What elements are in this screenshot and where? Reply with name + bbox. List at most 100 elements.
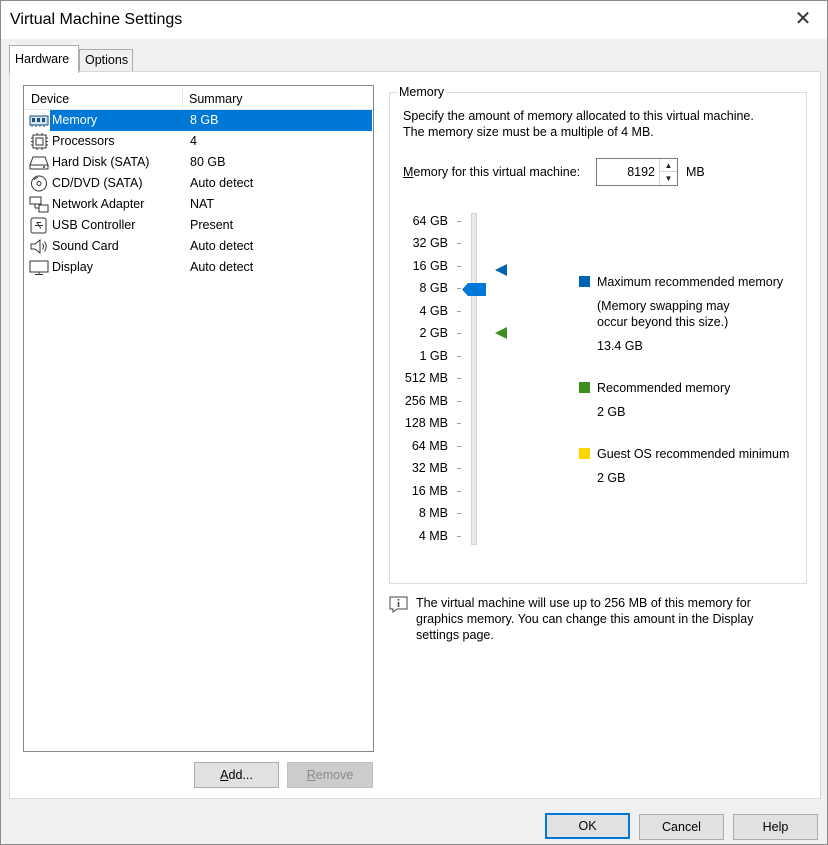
- memory-spinbox[interactable]: ▲ ▼: [596, 158, 678, 186]
- spin-down-arrow-icon[interactable]: ▼: [659, 172, 677, 185]
- scale-tick: [457, 333, 461, 334]
- device-name: USB Controller: [52, 218, 136, 232]
- memory-field-label: Memory for this virtual machine:: [403, 165, 580, 179]
- device-row-processors[interactable]: Processors 4: [28, 131, 372, 152]
- scale-tick: [457, 356, 461, 357]
- max-recommended-label: Maximum recommended memory: [597, 275, 784, 289]
- cancel-button-label: Cancel: [662, 820, 701, 834]
- scale-tick: [457, 288, 461, 289]
- close-icon[interactable]: ✕: [793, 9, 813, 29]
- device-summary: Auto detect: [190, 176, 254, 190]
- remove-button[interactable]: Remove: [287, 762, 373, 788]
- recommended-label: Recommended memory: [597, 381, 731, 395]
- device-name: Sound Card: [52, 239, 119, 253]
- device-name: Memory: [50, 110, 186, 131]
- memory-description-line2: The memory size must be a multiple of 4 …: [403, 125, 654, 139]
- scale-tick: [457, 311, 461, 312]
- ok-button[interactable]: OK: [545, 813, 630, 839]
- scale-label: 64 GB: [412, 214, 448, 228]
- device-row-memory[interactable]: Memory 8 GB: [28, 110, 372, 131]
- scale-label: 64 MB: [411, 439, 448, 453]
- add-button-mnemonic: A: [220, 768, 229, 782]
- cd-dvd-icon: [31, 175, 47, 192]
- column-header-summary[interactable]: Summary: [189, 92, 242, 106]
- scale-label: 16 GB: [412, 259, 448, 273]
- column-separator[interactable]: [182, 88, 183, 108]
- vm-settings-window: Virtual Machine Settings ✕ Hardware Opti…: [0, 0, 828, 845]
- graphics-memory-info-line3: settings page.: [416, 628, 494, 642]
- max-recommended-note-line1: (Memory swapping may: [597, 299, 730, 313]
- add-button[interactable]: Add...: [194, 762, 279, 788]
- speaker-icon: [30, 238, 47, 255]
- scale-label: 32 MB: [411, 461, 448, 475]
- memory-group-title: Memory: [397, 85, 447, 99]
- remove-button-mnemonic: R: [306, 768, 316, 782]
- hard-disk-icon: [29, 156, 49, 170]
- scale-label: 2 GB: [419, 326, 449, 340]
- add-button-label: dd...: [228, 768, 253, 782]
- memory-icon: [29, 115, 49, 127]
- scale-tick: [457, 513, 461, 514]
- device-row-sound-card[interactable]: Sound Card Auto detect: [28, 236, 372, 257]
- recommended-color-swatch: [579, 382, 590, 393]
- memory-slider-track[interactable]: [471, 213, 477, 545]
- scale-label: 8 GB: [419, 281, 449, 295]
- spin-up-arrow-icon[interactable]: ▲: [659, 159, 677, 172]
- tab-hardware-label: Hardware: [15, 52, 70, 66]
- processor-icon: [31, 133, 48, 150]
- tab-options[interactable]: Options: [79, 49, 133, 72]
- column-header-device[interactable]: Device: [31, 92, 69, 106]
- scale-label: 4 MB: [418, 529, 448, 543]
- device-row-cd-dvd[interactable]: CD/DVD (SATA) Auto detect: [28, 173, 372, 194]
- device-row-network-adapter[interactable]: Network Adapter NAT: [28, 194, 372, 215]
- network-adapter-icon: [29, 196, 49, 213]
- tab-options-label: Options: [85, 53, 129, 67]
- device-row-display[interactable]: Display Auto detect: [28, 257, 372, 278]
- scale-label: 32 GB: [412, 236, 448, 250]
- device-summary: 4: [190, 134, 197, 148]
- max-recommended-note-line2: occur beyond this size.): [597, 315, 729, 329]
- window-title: Virtual Machine Settings: [10, 11, 183, 28]
- title-bar: Virtual Machine Settings ✕: [1, 1, 827, 39]
- tab-hardware[interactable]: Hardware: [9, 45, 79, 73]
- device-summary: Auto detect: [190, 239, 254, 253]
- device-name: Display: [52, 260, 93, 274]
- scale-label: 256 MB: [404, 394, 448, 408]
- device-list-header: Device Summary: [24, 86, 373, 110]
- device-row-hard-disk[interactable]: Hard Disk (SATA) 80 GB: [28, 152, 372, 173]
- monitor-icon: [29, 260, 49, 275]
- recommended-marker-icon: [495, 327, 507, 339]
- memory-field-label-mnemonic: M: [403, 165, 414, 179]
- device-summary: 80 GB: [190, 155, 226, 169]
- scale-tick: [457, 491, 461, 492]
- ok-button-label: OK: [578, 819, 597, 833]
- device-list[interactable]: Device Summary Memory 8 GB Processors 4: [23, 85, 374, 752]
- scale-label: 8 MB: [418, 506, 448, 520]
- usb-icon: [30, 217, 47, 234]
- guest-min-color-swatch: [579, 448, 590, 459]
- memory-value-input[interactable]: [597, 159, 659, 185]
- cancel-button[interactable]: Cancel: [639, 814, 724, 840]
- max-recommended-color-swatch: [579, 276, 590, 287]
- device-name: CD/DVD (SATA): [52, 176, 143, 190]
- guest-min-label: Guest OS recommended minimum: [597, 447, 790, 461]
- scale-tick: [457, 266, 461, 267]
- scale-tick: [457, 423, 461, 424]
- info-icon: [389, 596, 408, 613]
- scale-label: 4 GB: [419, 304, 449, 318]
- scale-tick: [457, 243, 461, 244]
- scale-tick: [457, 378, 461, 379]
- scale-label: 512 MB: [404, 371, 448, 385]
- scale-label: 128 MB: [404, 416, 448, 430]
- device-row-usb-controller[interactable]: USB Controller Present: [28, 215, 372, 236]
- help-button[interactable]: Help: [733, 814, 818, 840]
- scale-tick: [457, 446, 461, 447]
- scale-tick: [457, 221, 461, 222]
- memory-slider-thumb[interactable]: [462, 283, 486, 296]
- help-button-label: Help: [762, 820, 789, 834]
- recommended-value: 2 GB: [597, 405, 626, 419]
- device-summary: Present: [190, 218, 234, 232]
- memory-description-line1: Specify the amount of memory allocated t…: [403, 109, 754, 123]
- memory-field-label-text: emory for this virtual machine:: [413, 165, 581, 179]
- max-recommended-marker-icon: [495, 264, 507, 276]
